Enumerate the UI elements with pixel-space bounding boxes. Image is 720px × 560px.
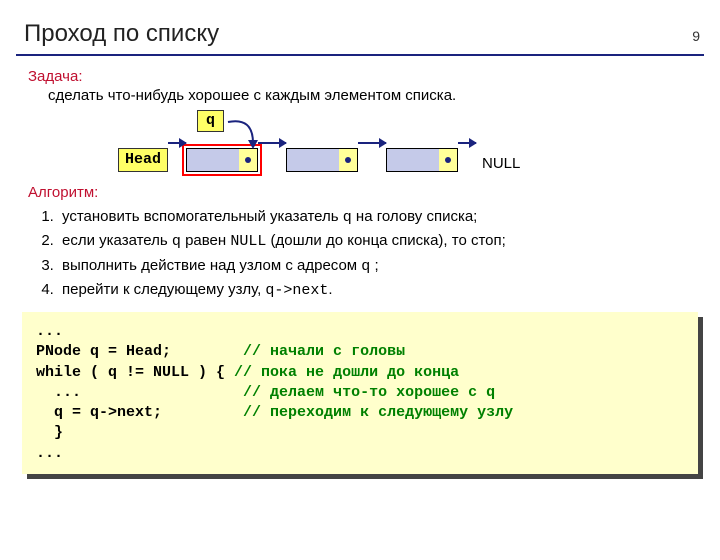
- step-text: ;: [370, 257, 378, 274]
- list-item: если указатель q равен NULL (дошли до ко…: [58, 229, 720, 253]
- title-rule: [16, 54, 704, 56]
- list-item: выполнить действие над узлом с адресом q…: [58, 254, 720, 278]
- code-inline: q->next: [265, 282, 328, 299]
- list-node: [286, 148, 358, 172]
- step-text: если указатель: [62, 232, 172, 249]
- list-node: [386, 148, 458, 172]
- code-inline: q: [172, 233, 181, 250]
- code-block: ... PNode q = Head; // начали с головы w…: [22, 312, 698, 474]
- code-inline: NULL: [230, 233, 266, 250]
- step-text: на голову списка;: [352, 208, 478, 225]
- algorithm-steps: установить вспомогательный указатель q н…: [34, 205, 720, 302]
- step-text: (дошли до конца списка), то стоп;: [266, 232, 505, 249]
- arrow-icon: [168, 142, 186, 144]
- arrow-icon: [358, 142, 386, 144]
- page-number: 9: [692, 28, 700, 44]
- step-text: .: [328, 281, 332, 298]
- code-inline: q: [343, 209, 352, 226]
- step-text: перейти к следующему узлу,: [62, 281, 265, 298]
- list-item: перейти к следующему узлу, q->next.: [58, 278, 720, 302]
- list-node: [186, 148, 258, 172]
- step-text: равен: [181, 232, 230, 249]
- task-label: Задача:: [28, 68, 720, 85]
- code-inline: q: [361, 258, 370, 275]
- null-label: NULL: [482, 155, 520, 172]
- arrow-icon: [458, 142, 476, 144]
- task-text: сделать что-нибудь хорошее с каждым элем…: [48, 87, 720, 104]
- step-text: установить вспомогательный указатель: [62, 208, 343, 225]
- q-arrow-icon: [223, 117, 273, 151]
- code-content: ... PNode q = Head; // начали с головы w…: [22, 312, 698, 474]
- list-item: установить вспомогательный указатель q н…: [58, 205, 720, 229]
- head-box: Head: [118, 148, 168, 172]
- algorithm-label: Алгоритм:: [28, 184, 720, 201]
- step-text: выполнить действие над узлом с адресом: [62, 257, 361, 274]
- q-pointer-box: q: [197, 110, 224, 132]
- linked-list-diagram: q Head NULL: [118, 114, 720, 172]
- page-title: Проход по списку: [24, 20, 720, 48]
